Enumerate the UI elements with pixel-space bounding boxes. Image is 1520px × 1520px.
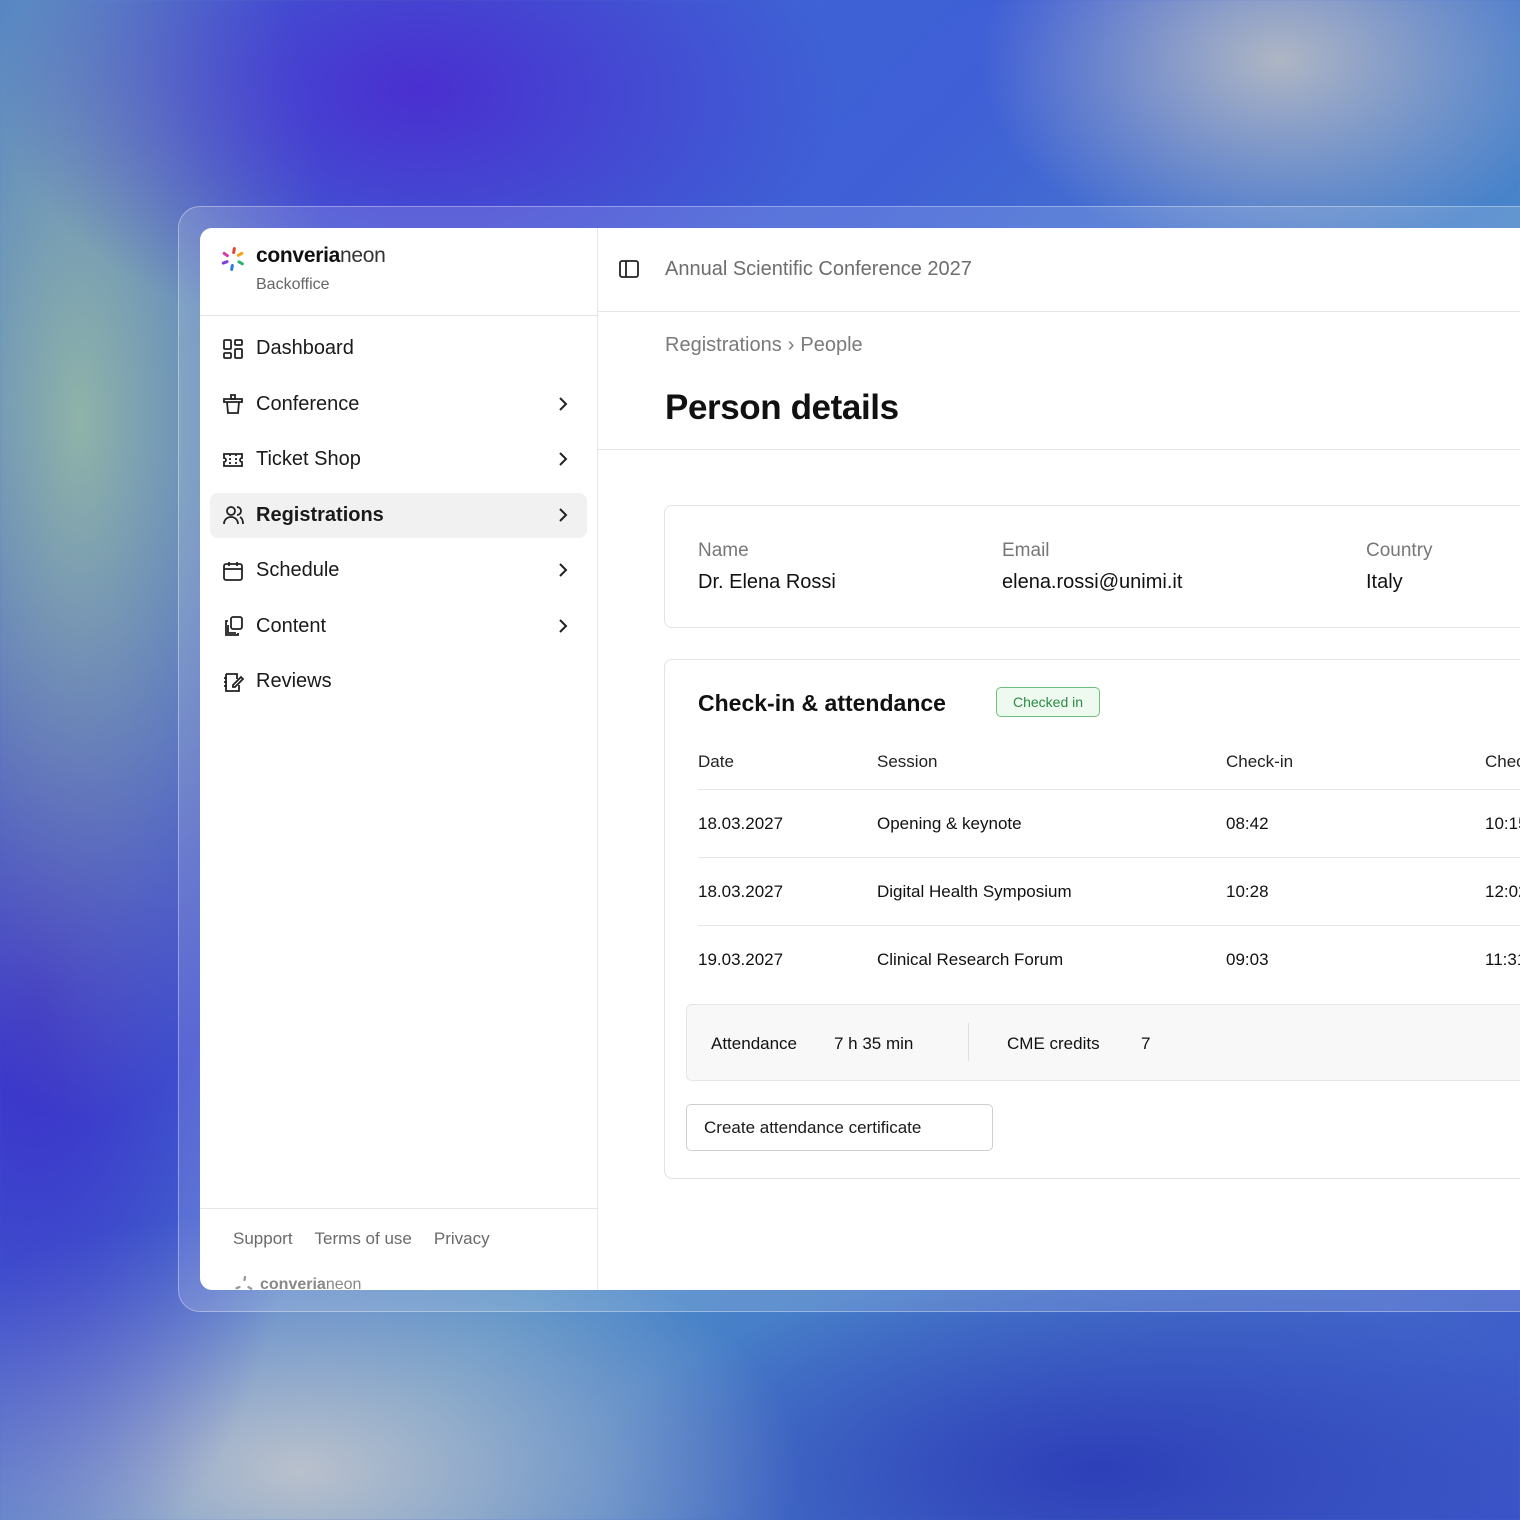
sidebar-item-conference[interactable]: Conference [210, 382, 587, 427]
attendance-value: 7 h 35 min [834, 1034, 914, 1053]
cell-check-out: 11:31 [1485, 950, 1520, 969]
breadcrumb: Registrations › People [665, 334, 863, 357]
column-header-check-in[interactable]: Check-in [1226, 752, 1293, 772]
podium-icon [222, 393, 244, 415]
create-certificate-button[interactable]: Create attendance certificate [686, 1104, 993, 1151]
attendance-title: Check-in & attendance [698, 690, 946, 716]
cell-session: Digital Health Symposium [877, 881, 1072, 901]
sidebar-item-reviews[interactable]: Reviews [210, 659, 587, 704]
cell-date: 19.03.2027 [698, 950, 784, 969]
chevron-right-icon [559, 618, 568, 633]
footer-links: Support Terms of use Privacy [233, 1229, 597, 1249]
converia-logo-icon [221, 247, 244, 271]
country-label: Country [1366, 540, 1433, 561]
calendar-icon [222, 560, 244, 582]
sidebar-item-schedule[interactable]: Schedule [210, 548, 587, 593]
sidebar-item-label: Reviews [256, 670, 332, 692]
footer-brand-bold: converia [260, 1276, 326, 1290]
breadcrumb-people[interactable]: People [800, 334, 862, 357]
breadcrumb-separator: › [787, 334, 795, 356]
name-value: Dr. Elena Rossi [698, 571, 836, 593]
sidebar-item-dashboard[interactable]: Dashboard [210, 326, 587, 371]
brand-subtitle: Backoffice [256, 276, 330, 293]
toggle-sidebar-icon[interactable] [618, 258, 640, 280]
attendance-summary: Attendance 7 h 35 min CME credits 7 [686, 1004, 1520, 1081]
users-icon [222, 504, 244, 526]
chevron-right-icon [559, 396, 568, 411]
country-field: Country Italy [1366, 540, 1433, 594]
attendance-label: Attendance [711, 1034, 798, 1053]
sidebar: converianeon Backoffice Dashboard Confer… [200, 228, 598, 1290]
table-header: Date Session Check-in Chec [698, 738, 1520, 790]
privacy-link[interactable]: Privacy [434, 1229, 490, 1249]
country-value: Italy [1366, 571, 1403, 593]
attendance-table: Date Session Check-in Chec 18.03.2027 Op… [698, 738, 1520, 994]
page-title: Person details [665, 388, 899, 427]
sidebar-item-label: Schedule [256, 559, 340, 581]
column-header-check-out[interactable]: Chec [1485, 752, 1520, 772]
attendance-card: Check-in & attendance Checked in Date Se… [664, 659, 1520, 1179]
column-header-date[interactable]: Date [698, 752, 734, 772]
sidebar-item-label: Dashboard [256, 337, 354, 359]
cell-check-out: 10:15 [1485, 813, 1520, 833]
table-row[interactable]: 19.03.2027 Clinical Research Forum 09:03… [698, 926, 1520, 994]
cell-check-in: 09:03 [1226, 950, 1269, 969]
sidebar-item-label: Registrations [256, 503, 384, 526]
chevron-right-icon [559, 452, 568, 466]
cell-check-out: 12:02 [1485, 881, 1520, 901]
sidebar-item-label: Content [256, 614, 327, 637]
topbar: Annual Scientific Conference 2027 [598, 228, 1520, 312]
page-header: Registrations › People Person details [598, 312, 1520, 450]
sidebar-nav: Dashboard Conference Ticket Shop Registr… [200, 316, 597, 704]
brand: converianeon Backoffice [200, 228, 597, 316]
conference-title: Annual Scientific Conference 2027 [665, 258, 972, 280]
sidebar-item-label: Ticket Shop [256, 448, 361, 470]
cell-check-in: 08:42 [1226, 813, 1269, 833]
cell-check-in: 10:28 [1226, 881, 1269, 901]
email-value: elena.rossi@unimi.it [1002, 571, 1183, 593]
documents-icon [222, 615, 244, 637]
main-content: Annual Scientific Conference 2027 Regist… [598, 228, 1520, 1290]
ticket-icon [222, 449, 244, 471]
chevron-right-icon [559, 507, 568, 522]
table-row[interactable]: 18.03.2027 Opening & keynote 08:42 10:15 [698, 790, 1520, 858]
brand-name: converianeon [256, 244, 386, 267]
footer-brand-light: neon [325, 1276, 362, 1290]
email-label: Email [1002, 540, 1050, 561]
sidebar-item-label: Conference [256, 392, 360, 415]
support-link[interactable]: Support [233, 1229, 293, 1249]
chevron-right-icon [559, 563, 568, 577]
cell-session: Clinical Research Forum [877, 950, 1064, 969]
name-label: Name [698, 540, 749, 561]
review-icon [222, 671, 244, 693]
cme-credits-value: 7 [1141, 1034, 1151, 1053]
table-row[interactable]: 18.03.2027 Digital Health Symposium 10:2… [698, 858, 1520, 926]
terms-link[interactable]: Terms of use [315, 1229, 412, 1249]
email-field: Email elena.rossi@unimi.it [1002, 540, 1182, 594]
cell-session: Opening & keynote [877, 813, 1022, 833]
name-field: Name Dr. Elena Rossi [698, 540, 836, 594]
sidebar-footer: Support Terms of use Privacy converianeo… [200, 1208, 597, 1290]
sidebar-item-content[interactable]: Content [210, 604, 587, 649]
cell-date: 18.03.2027 [698, 881, 784, 901]
cell-date: 18.03.2027 [698, 813, 784, 833]
app-window: converianeon Backoffice Dashboard Confer… [200, 228, 1520, 1290]
status-badge: Checked in [996, 687, 1101, 717]
column-header-session[interactable]: Session [877, 752, 937, 772]
breadcrumb-registrations[interactable]: Registrations [665, 334, 782, 357]
cme-credits-label: CME credits [1007, 1034, 1100, 1053]
sidebar-item-registrations[interactable]: Registrations [210, 492, 587, 538]
person-info-card: Name Dr. Elena Rossi Email elena.rossi@u… [664, 505, 1520, 628]
summary-divider [968, 1023, 969, 1061]
sidebar-item-ticket-shop[interactable]: Ticket Shop [210, 437, 587, 482]
dashboard-icon [222, 338, 244, 360]
footer-brand: converianeon [234, 1275, 361, 1290]
converia-logo-icon [235, 1275, 253, 1290]
